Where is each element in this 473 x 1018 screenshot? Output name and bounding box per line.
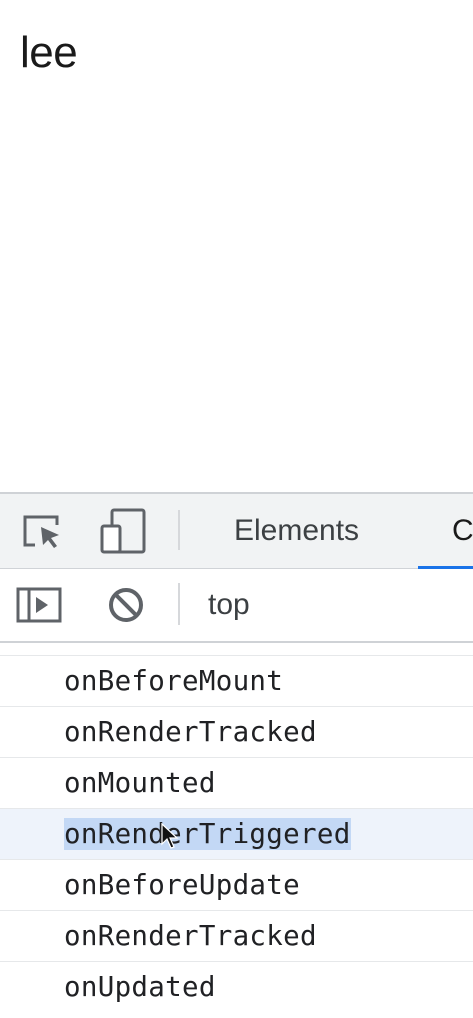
console-message[interactable]: onRenderTracked (0, 706, 473, 757)
mouse-cursor-icon (161, 823, 179, 849)
context-selector[interactable]: top (208, 569, 250, 641)
console-message-text: onBeforeUpdate (64, 869, 300, 901)
tab-elements[interactable]: Elements (234, 494, 359, 568)
page: lee Elements C top onBeforeMount onRende… (0, 0, 473, 1018)
toolbar-divider (178, 583, 180, 625)
tab-divider (178, 510, 180, 550)
console-message-text: onUpdated (64, 971, 216, 1003)
clear-console-button[interactable] (104, 585, 148, 625)
console-message[interactable]: onBeforeUpdate (0, 859, 473, 910)
devtools-tab-bar: Elements C (0, 494, 473, 569)
console-message[interactable]: onMounted (0, 757, 473, 808)
clear-console-icon (109, 588, 143, 622)
page-heading: lee (20, 28, 78, 77)
inspect-element-button[interactable] (18, 510, 64, 552)
show-sidebar-icon (16, 587, 62, 623)
inspect-element-icon (23, 515, 59, 548)
console-messages: onBeforeMount onRenderTracked onMounted … (0, 655, 473, 1012)
console-message-text: onRenderTriggered (64, 818, 351, 850)
tab-console[interactable]: C (452, 494, 473, 568)
console-toolbar: top (0, 569, 473, 643)
console-message-text: onRenderTracked (64, 920, 317, 952)
devtools-panel: Elements C top onBeforeMount onRenderTra… (0, 492, 473, 1018)
device-toolbar-button[interactable] (98, 508, 148, 554)
console-message[interactable]: onUpdated (0, 961, 473, 1012)
console-message-text: onMounted (64, 767, 216, 799)
console-message-text: onBeforeMount (64, 665, 284, 697)
console-message-text: onRenderTracked (64, 716, 317, 748)
console-message[interactable]: onRenderTracked (0, 910, 473, 961)
show-sidebar-button[interactable] (14, 585, 64, 625)
console-message-selected[interactable]: onRenderTriggered (0, 808, 473, 859)
device-toolbar-icon (100, 508, 146, 554)
console-message[interactable]: onBeforeMount (0, 655, 473, 706)
